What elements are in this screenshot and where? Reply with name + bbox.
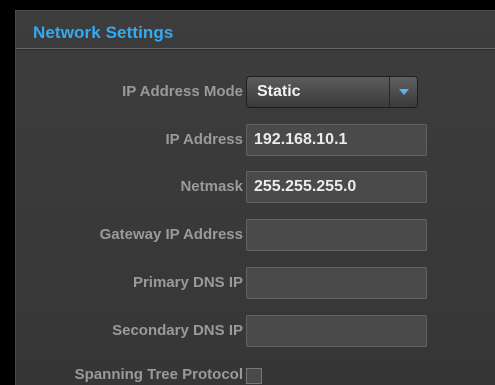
panel-header: Network Settings (16, 11, 495, 49)
ip-mode-select[interactable]: Static (246, 76, 418, 108)
gateway-input[interactable] (246, 219, 427, 251)
spanning-tree-checkbox[interactable] (246, 368, 262, 384)
ip-address-input[interactable] (246, 124, 427, 156)
primary-dns-row: Primary DNS IP (16, 267, 495, 299)
ip-address-label: IP Address (165, 131, 243, 148)
secondary-dns-input[interactable] (246, 315, 427, 347)
primary-dns-label: Primary DNS IP (132, 274, 243, 291)
ip-mode-row: IP Address Mode Static (16, 76, 495, 108)
netmask-row: Netmask (16, 171, 495, 203)
header-divider-shadow (16, 49, 495, 50)
secondary-dns-label: Secondary DNS IP (112, 322, 243, 339)
spanning-tree-row: Spanning Tree Protocol (16, 364, 495, 385)
spanning-tree-label: Spanning Tree Protocol (74, 366, 243, 383)
gateway-label: Gateway IP Address (99, 226, 243, 243)
gateway-row: Gateway IP Address (16, 219, 495, 251)
ip-address-row: IP Address (16, 124, 495, 156)
secondary-dns-row: Secondary DNS IP (16, 315, 495, 347)
ip-mode-label: IP Address Mode (122, 83, 243, 100)
netmask-input[interactable] (246, 171, 427, 203)
ip-mode-dropdown-button[interactable] (389, 77, 417, 107)
network-settings-panel: Network Settings IP Address Mode Static … (15, 10, 495, 385)
netmask-label: Netmask (180, 178, 243, 195)
panel-title: Network Settings (33, 23, 174, 42)
ip-mode-selected-value: Static (257, 83, 301, 100)
chevron-down-icon (399, 89, 409, 95)
primary-dns-input[interactable] (246, 267, 427, 299)
